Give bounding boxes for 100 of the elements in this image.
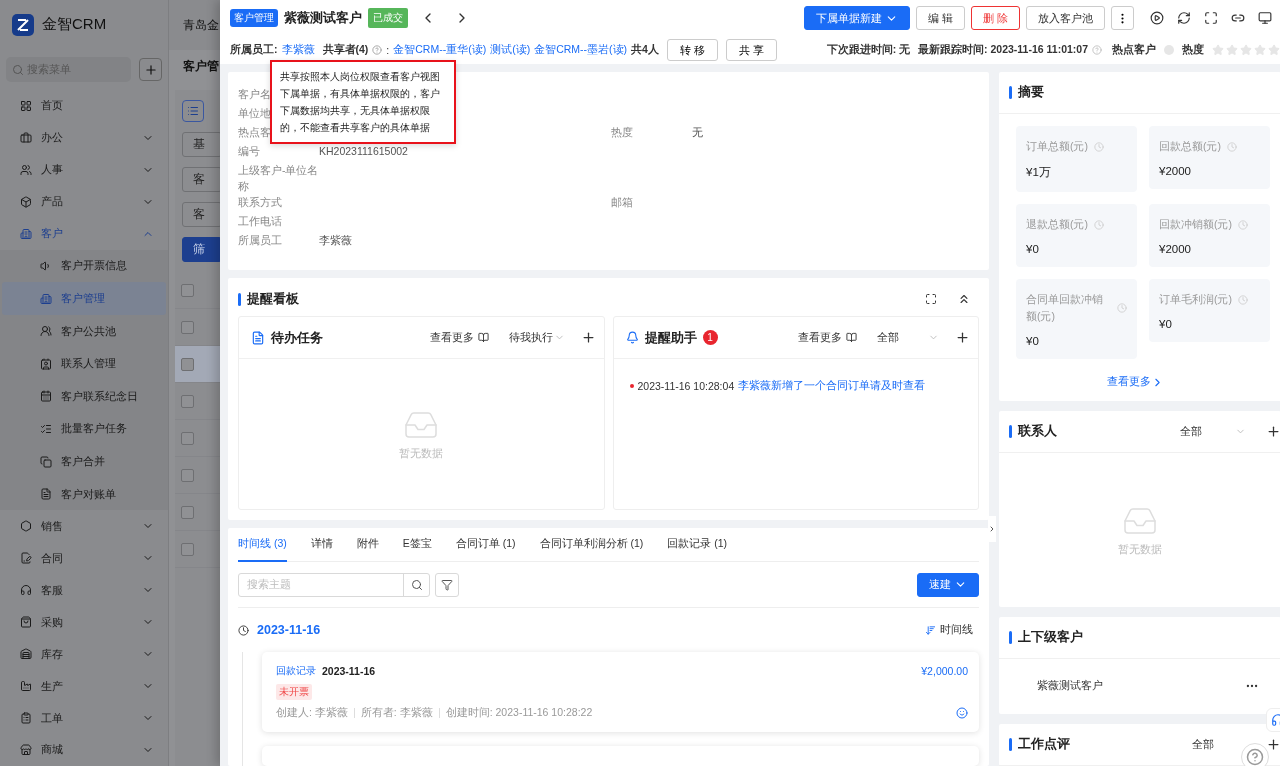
nav-item[interactable]: 销售 [0, 510, 168, 543]
filter-field[interactable]: 客 [182, 202, 220, 227]
add-button[interactable] [1266, 737, 1280, 752]
nav-item[interactable]: 库存 [0, 638, 168, 671]
field-label: 邮箱 [611, 195, 633, 210]
reminder-link[interactable]: 李紫薇新增了一个合同订单请及时查看 [738, 379, 926, 393]
tab[interactable]: 附件 [356, 528, 379, 562]
factory-icon [20, 680, 32, 693]
filter-button[interactable]: 筛 [182, 237, 220, 262]
tab[interactable]: 时间线 (3) [238, 528, 287, 562]
nav-item[interactable]: 工单 [0, 702, 168, 734]
fullscreen-button[interactable] [925, 293, 937, 305]
row-checkbox[interactable] [181, 357, 194, 371]
sharer-link[interactable]: 金智CRM--重华(读) [393, 43, 487, 57]
status-tag: 已成交 [368, 8, 408, 28]
field-label: 上级客户-单位名称 [238, 163, 319, 194]
contact-filter-select[interactable]: 全部 [1180, 424, 1246, 439]
collapse-handle[interactable] [988, 516, 996, 542]
chevrons-up-icon [957, 292, 971, 306]
module-tag: 客户管理 [230, 9, 278, 27]
heat-stars[interactable] [1212, 44, 1280, 56]
view-more-link[interactable]: 查看更多 [798, 330, 857, 345]
row-checkbox[interactable] [181, 431, 194, 445]
table-row[interactable] [175, 346, 220, 383]
link-button[interactable] [1231, 11, 1245, 25]
count-badge: 1 [702, 330, 718, 345]
hexagon-icon [20, 520, 32, 533]
add-button[interactable] [1266, 424, 1280, 439]
nav-item[interactable]: 客户 [0, 217, 168, 250]
play-button[interactable] [1150, 11, 1164, 25]
nav-item[interactable]: 合同 [0, 542, 168, 575]
checklist-icon [40, 422, 52, 435]
sharer-link[interactable]: 测试(读) [490, 43, 531, 57]
hot-customer-toggle[interactable] [1164, 45, 1174, 55]
action-button[interactable]: 放入客户池 [1026, 6, 1105, 30]
nav-item[interactable]: 采购 [0, 606, 168, 639]
row-checkbox[interactable] [181, 468, 194, 482]
review-filter-select[interactable]: 全部 [1192, 737, 1216, 752]
add-button[interactable] [580, 330, 596, 345]
owner-link[interactable]: 李紫薇 [281, 43, 315, 57]
nav-subitem[interactable]: 批量客户任务 [2, 412, 166, 446]
share-action-button[interactable]: 转 移 [666, 39, 718, 61]
nav-item[interactable]: 商城 [0, 734, 168, 766]
clock-icon [1094, 141, 1104, 152]
record-date: 2023-11-16 [322, 665, 376, 677]
smile-icon [956, 707, 968, 719]
tab[interactable]: E签宝 [402, 528, 432, 562]
add-button[interactable] [955, 330, 970, 345]
row-checkbox[interactable] [181, 505, 194, 519]
nav-item[interactable]: 人事 [0, 153, 168, 186]
more-button[interactable] [1111, 6, 1134, 30]
book-icon [846, 332, 857, 343]
sharer-link[interactable]: 金智CRM--墨岩(读) [534, 43, 628, 57]
view-more-link[interactable]: 查看更多 [429, 330, 489, 345]
filter-button[interactable] [435, 572, 459, 597]
reminder-filter-select[interactable]: 全部 [877, 330, 939, 345]
filter-field[interactable]: 基 [182, 132, 220, 157]
action-button[interactable]: 下属单据新建 [803, 6, 910, 30]
nav-subitem[interactable]: 客户对账单 [2, 477, 166, 511]
monitor-button[interactable] [1258, 11, 1272, 25]
task-filter-select[interactable]: 待我执行 [508, 330, 565, 345]
row-checkbox[interactable] [181, 320, 194, 334]
collapse-button[interactable] [957, 292, 971, 306]
filter-field[interactable]: 客 [182, 167, 220, 192]
next-follow-time: 下次跟进时间: 无 [826, 43, 911, 57]
tab[interactable]: 详情 [310, 528, 333, 562]
quick-create-button[interactable]: 速建 [917, 572, 979, 597]
action-button[interactable]: 删 除 [970, 6, 1020, 30]
nav-item[interactable]: 生产 [0, 670, 168, 703]
star-icon [1254, 44, 1266, 56]
nav-item[interactable]: 客服 [0, 574, 168, 607]
tab[interactable]: 回款记录 (1) [667, 528, 727, 562]
refresh-button[interactable] [1177, 11, 1191, 25]
nav-subitem[interactable]: 客户管理 [2, 282, 166, 315]
chevron-right-icon [988, 524, 996, 534]
nav-subitem[interactable]: 客户开票信息 [2, 249, 166, 283]
section-title: 摘要 [1018, 84, 1044, 101]
nav-item[interactable]: 首页 [0, 90, 168, 122]
stat-value: ¥0 [1159, 318, 1173, 330]
timeline-sort-button[interactable]: 时间线 [925, 623, 973, 637]
warehouse-icon [20, 648, 32, 661]
nav-subitem[interactable]: 客户合并 [2, 445, 166, 478]
action-button[interactable]: 编 辑 [915, 6, 965, 30]
row-checkbox[interactable] [181, 394, 194, 408]
share-action-button[interactable]: 共 享 [726, 39, 778, 61]
row-checkbox[interactable] [181, 283, 194, 297]
field-label: 热度 [611, 125, 633, 140]
fullscreen-button[interactable] [1204, 11, 1218, 25]
tab[interactable]: 合同订单利润分析 (1) [539, 528, 644, 562]
nav-subitem[interactable]: 客户联系纪念日 [2, 380, 166, 413]
tab[interactable]: 合同订单 (1) [455, 528, 516, 562]
list-view-button[interactable] [182, 100, 204, 122]
nav-item[interactable]: 产品 [0, 185, 168, 218]
store-icon [20, 743, 32, 756]
row-checkbox[interactable] [181, 542, 194, 556]
nav-subitem[interactable]: 联系人管理 [2, 347, 166, 381]
nav-item[interactable]: 办公 [0, 121, 168, 154]
colon: : [386, 44, 390, 56]
view-more-link[interactable]: 查看更多 [989, 375, 1280, 389]
nav-subitem[interactable]: 客户公共池 [2, 314, 166, 348]
